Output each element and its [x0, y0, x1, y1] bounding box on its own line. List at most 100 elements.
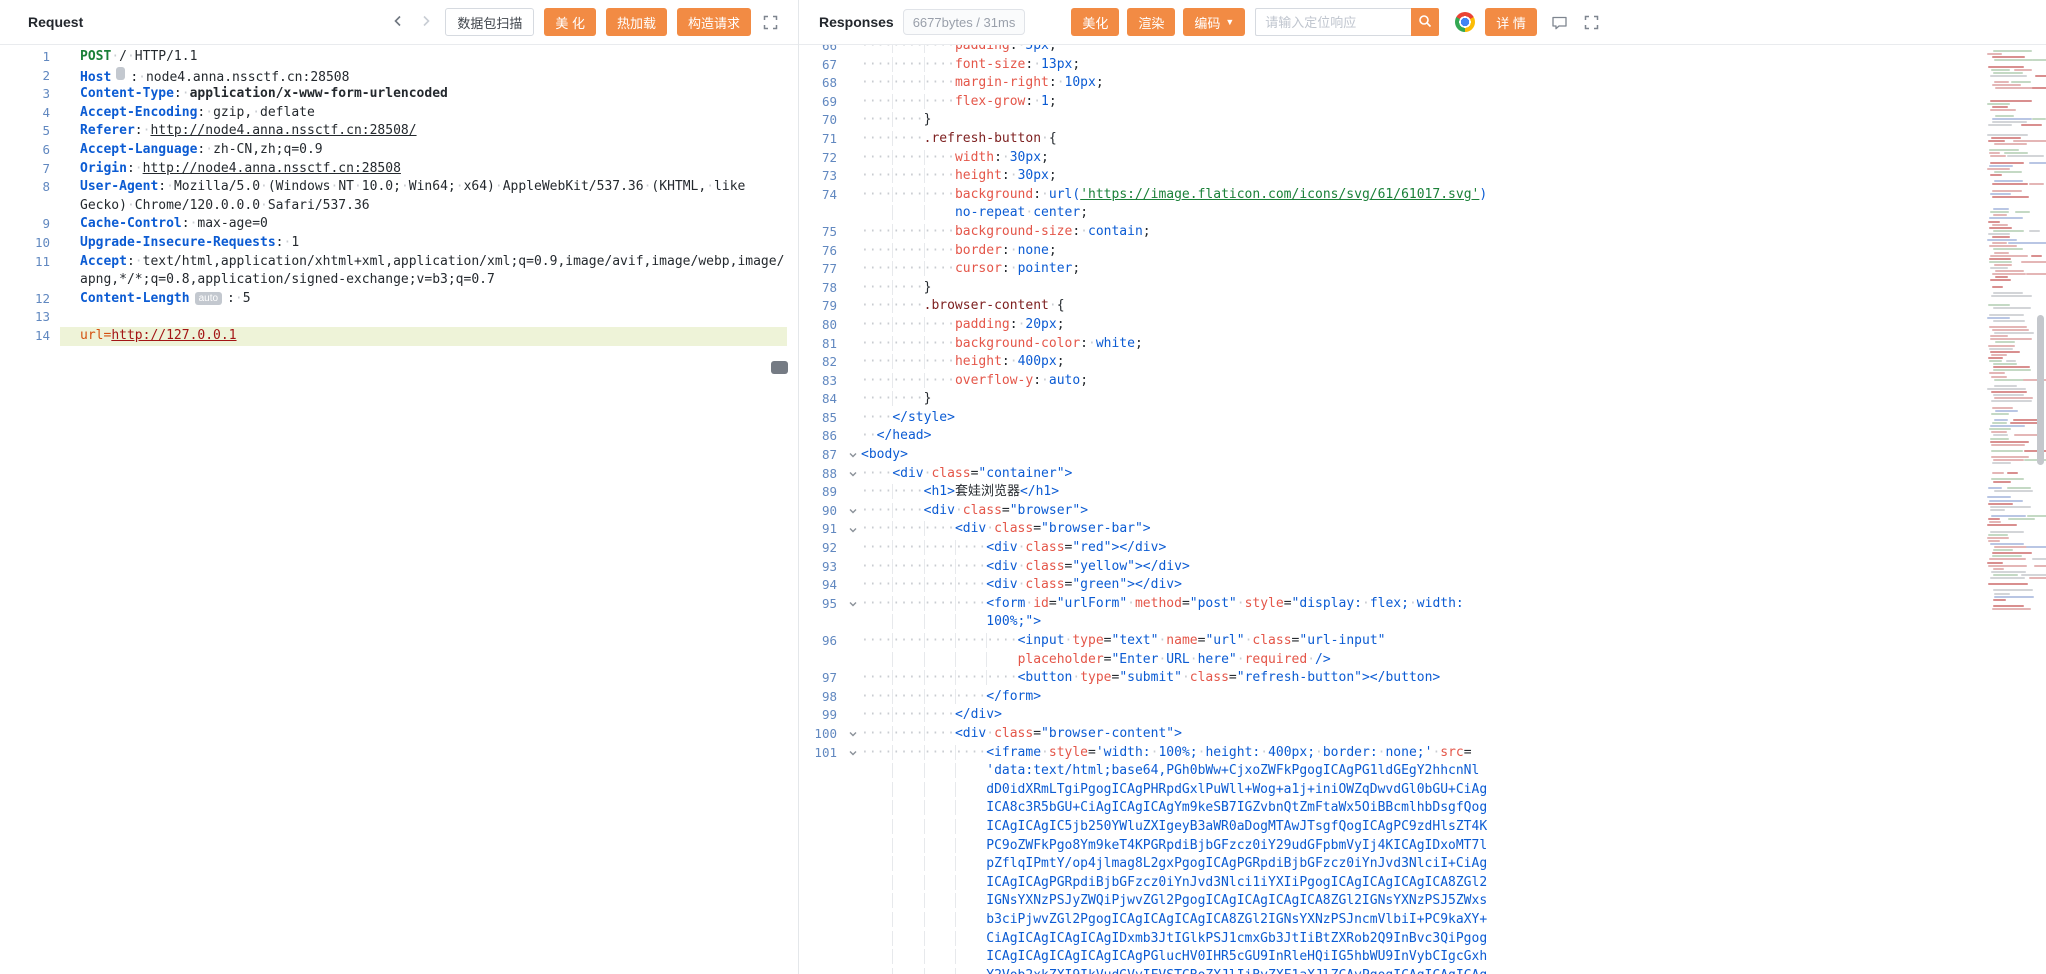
line-number — [799, 837, 845, 856]
scrollbar-thumb[interactable] — [2037, 315, 2044, 465]
line-number — [799, 948, 845, 967]
expand-response-icon[interactable] — [1582, 13, 1601, 32]
line-number: 82 — [821, 354, 837, 370]
hot-reload-button[interactable]: 热加载 — [605, 8, 667, 36]
fold-gutter — [845, 818, 861, 837]
chrome-icon[interactable] — [1455, 12, 1476, 32]
fold-gutter — [845, 948, 861, 967]
fold-chevron-icon[interactable] — [845, 744, 861, 763]
chevron-left-icon — [391, 14, 405, 31]
fold-chevron-icon[interactable] — [845, 465, 861, 484]
line-number — [799, 781, 845, 800]
fold-chevron-icon[interactable] — [845, 502, 861, 521]
line-number: 80 — [821, 316, 837, 332]
line-number: 81 — [821, 335, 837, 351]
minimap-line — [1992, 229, 2024, 232]
code-line: 13 — [0, 308, 798, 327]
code-line: 9 Cache-Control:·max-age=0 — [0, 215, 798, 234]
line-number: 66 — [821, 45, 837, 53]
minimap-line — [1987, 124, 2013, 127]
minimap-line — [1992, 552, 2032, 555]
vertical-scrollbar[interactable] — [2035, 45, 2046, 974]
locate-response-input[interactable] — [1255, 8, 1412, 36]
line-number: 90 — [821, 502, 837, 518]
fold-chevron-icon[interactable] — [845, 725, 861, 744]
comment-icon[interactable] — [1549, 12, 1570, 33]
minimap-line — [1987, 387, 2026, 390]
code-line: 6 Accept-Language:·zh-CN,zh;q=0.9 — [0, 141, 798, 160]
line-number — [799, 874, 845, 893]
fold-gutter — [845, 242, 861, 261]
construct-request-button[interactable]: 构造请求 — [676, 8, 751, 36]
minimap-line — [1989, 313, 2025, 316]
minimap-line — [1994, 341, 2016, 344]
code-line: 79 ········.browser-content·{ — [799, 297, 2046, 316]
minimap-line — [1992, 50, 2032, 52]
minimap-line — [1993, 363, 2018, 366]
fold-gutter — [60, 48, 80, 67]
fold-chevron-icon[interactable] — [845, 446, 861, 465]
line-number: 13 — [34, 309, 50, 325]
line-number: 88 — [821, 465, 837, 481]
request-panel: Request 数据包扫描 美 化 热加载 构造请求 1 POST·/·HTTP/… — [0, 0, 799, 974]
code-line: 97 ····················<button·type="subm… — [799, 669, 2046, 688]
beautify-response-button[interactable]: 美化 — [1071, 8, 1120, 36]
fold-chevron-icon[interactable] — [845, 520, 861, 539]
code-line: 96 ····················<input·type="text"… — [799, 632, 2046, 651]
fold-gutter — [60, 308, 80, 327]
minimap-line — [1989, 260, 2013, 263]
code-line: 66 ············padding:·5px; — [799, 45, 2046, 56]
packet-scan-button[interactable]: 数据包扫描 — [445, 8, 535, 36]
fold-gutter — [845, 483, 861, 502]
minimap-line — [1993, 418, 2009, 421]
minimap-line — [1991, 400, 2033, 403]
line-number: 96 — [821, 633, 837, 648]
response-panel: Responses 6677bytes / 31ms 美化 渲染 编码 ▼ 详 … — [799, 0, 2046, 974]
fold-chevron-icon[interactable] — [845, 595, 861, 614]
chevron-down-icon: ▼ — [1225, 16, 1235, 27]
line-number: 101 — [814, 744, 837, 760]
response-editor[interactable]: 66 ············padding:·5px; 67 ···········… — [799, 45, 2046, 974]
line-number: 76 — [821, 242, 837, 258]
minimap-line — [1990, 353, 2008, 356]
line-number — [799, 967, 845, 974]
minimap-line — [1992, 567, 2004, 570]
line-number: 2 — [42, 67, 50, 83]
code-line: 10 Upgrade-Insecure-Requests:·1 — [0, 234, 798, 253]
fold-gutter — [845, 223, 861, 242]
minimap-line — [1993, 459, 2025, 462]
line-number: 71 — [821, 130, 837, 146]
minimap-line — [1990, 108, 2016, 111]
minimap-line — [2013, 68, 2033, 71]
line-number — [799, 204, 845, 223]
minimap-line — [1989, 347, 2014, 350]
minimap-line — [1990, 412, 2010, 415]
beautify-request-button[interactable]: 美 化 — [544, 8, 596, 36]
prev-packet-button[interactable] — [389, 12, 407, 33]
minimap[interactable] — [1985, 45, 2046, 974]
minimap-line — [2006, 487, 2032, 490]
next-packet-button[interactable] — [417, 12, 435, 33]
line-number: 73 — [821, 168, 837, 184]
code-line-wrap: ················ICAgICAgPGRpdiBjbGFzcz0i… — [799, 874, 2046, 893]
minimap-line — [1991, 285, 2003, 288]
request-editor[interactable]: 1 POST·/·HTTP/1.1 2 Host:·node4.anna.nssctf… — [0, 45, 798, 974]
fold-gutter — [60, 85, 80, 104]
line-number — [799, 762, 845, 781]
code-line: 71 ········.refresh-button·{ — [799, 130, 2046, 149]
minimap-line — [1987, 539, 2000, 542]
minimap-line — [1990, 515, 2026, 517]
fold-gutter — [60, 104, 80, 123]
minimap-line — [1987, 167, 2010, 170]
line-number: 84 — [821, 391, 837, 407]
code-line-wrap: ················dD0idXRmLTgiPgogICAgPHRp… — [799, 781, 2046, 800]
minimap-line — [1992, 422, 2008, 424]
search-button[interactable] — [1411, 8, 1440, 36]
minimap-line — [1993, 369, 2032, 372]
render-button[interactable]: 渲染 — [1127, 8, 1176, 36]
detail-button[interactable]: 详 情 — [1485, 8, 1537, 36]
minimap-line — [1989, 558, 2027, 561]
expand-request-icon[interactable] — [761, 13, 780, 32]
encode-button[interactable]: 编码 ▼ — [1183, 8, 1246, 36]
code-line: 74 ············background:·url('https://i… — [799, 186, 2046, 205]
